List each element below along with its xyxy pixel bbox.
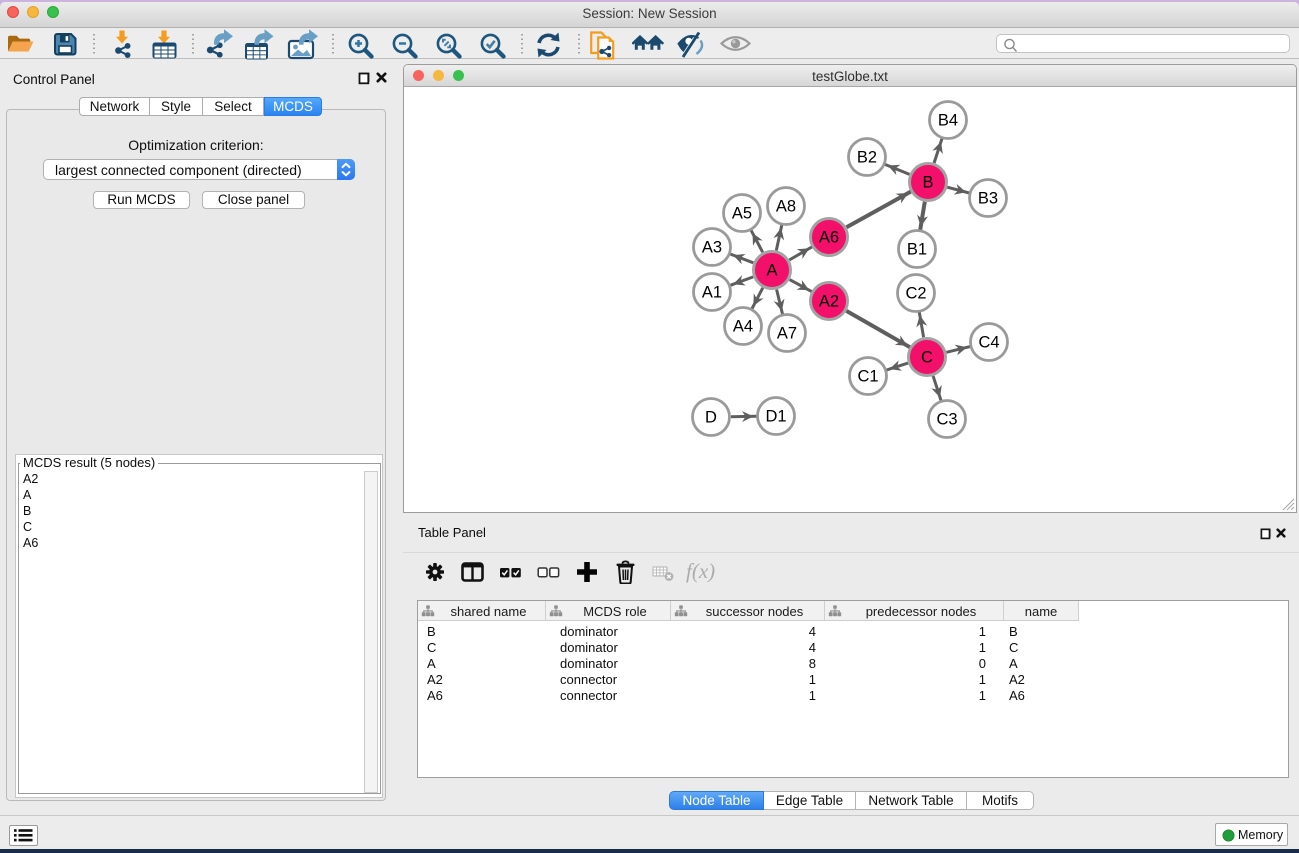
svg-text:C1: C1 xyxy=(857,368,878,386)
svg-text:B4: B4 xyxy=(938,112,958,130)
svg-text:C3: C3 xyxy=(936,411,957,429)
svg-text:C4: C4 xyxy=(978,334,999,352)
svg-text:D1: D1 xyxy=(765,408,786,426)
svg-text:C: C xyxy=(921,349,933,367)
svg-text:B3: B3 xyxy=(978,190,998,208)
svg-text:A4: A4 xyxy=(733,318,753,336)
svg-text:C2: C2 xyxy=(905,285,926,303)
svg-text:B2: B2 xyxy=(857,149,877,167)
svg-text:B1: B1 xyxy=(907,241,927,259)
svg-text:A7: A7 xyxy=(777,325,797,343)
svg-text:A8: A8 xyxy=(776,198,796,216)
svg-text:A: A xyxy=(766,262,777,280)
svg-text:A6: A6 xyxy=(819,229,839,247)
svg-text:A2: A2 xyxy=(819,293,839,311)
svg-text:D: D xyxy=(705,409,717,427)
svg-text:A5: A5 xyxy=(732,205,752,223)
svg-text:A1: A1 xyxy=(702,284,722,302)
svg-text:B: B xyxy=(922,174,933,192)
svg-text:A3: A3 xyxy=(702,239,722,257)
